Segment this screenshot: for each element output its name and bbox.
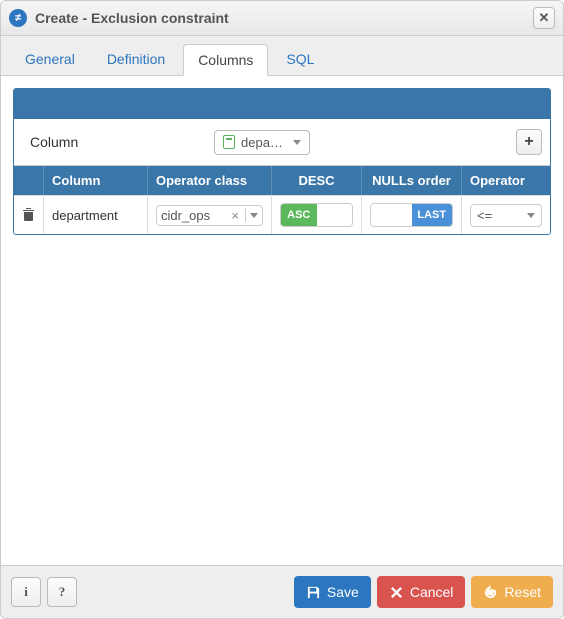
save-button[interactable]: Save: [294, 576, 371, 608]
header-nulls-order: NULLs order: [362, 166, 462, 195]
clear-operator-class-button[interactable]: ×: [229, 208, 241, 223]
cancel-label: Cancel: [410, 584, 454, 600]
info-icon: i: [24, 584, 28, 600]
operator-value: <=: [477, 208, 521, 223]
save-icon: [306, 585, 321, 600]
column-dropdown-value: depa…: [241, 135, 287, 150]
tab-columns[interactable]: Columns: [183, 44, 268, 76]
nulls-order-toggle[interactable]: LAST: [370, 203, 453, 227]
reset-label: Reset: [504, 584, 541, 600]
info-button[interactable]: i: [11, 577, 41, 607]
operator-class-value: cidr_ops: [161, 208, 225, 223]
grid-header: Column Operator class DESC NULLs order O…: [14, 166, 550, 195]
close-button[interactable]: ✕: [533, 7, 555, 29]
dialog-title: Create - Exclusion constraint: [35, 10, 525, 26]
add-column-button[interactable]: +: [516, 129, 542, 155]
header-operator: Operator: [462, 166, 550, 195]
column-picker-row: Column depa… +: [14, 119, 550, 166]
footer: i ? Save Cancel Reset: [1, 565, 563, 618]
cancel-icon: [389, 585, 404, 600]
desc-toggle[interactable]: ASC: [280, 203, 353, 227]
tab-sql[interactable]: SQL: [272, 44, 328, 75]
help-icon: ?: [59, 584, 66, 600]
reset-icon: [483, 585, 498, 600]
nulls-last-segment[interactable]: LAST: [412, 204, 453, 226]
operator-class-select[interactable]: cidr_ops ×: [156, 205, 263, 226]
nulls-first-segment[interactable]: [371, 204, 412, 226]
dialog: ≠ Create - Exclusion constraint ✕ Genera…: [0, 0, 564, 619]
exclusion-icon: ≠: [9, 9, 27, 27]
header-column: Column: [44, 166, 148, 195]
plus-icon: +: [524, 133, 533, 151]
save-label: Save: [327, 584, 359, 600]
header-operator-class: Operator class: [148, 166, 272, 195]
column-field-label: Column: [22, 134, 202, 150]
close-icon: ✕: [539, 10, 550, 26]
help-button[interactable]: ?: [47, 577, 77, 607]
content: Column depa… + Column Operator class DES…: [1, 76, 563, 565]
cell-column: department: [44, 196, 148, 234]
column-dropdown[interactable]: depa…: [214, 130, 310, 155]
chevron-down-icon: [250, 213, 258, 218]
asc-segment[interactable]: ASC: [281, 204, 317, 226]
reset-button[interactable]: Reset: [471, 576, 553, 608]
table-row: department cidr_ops × ASC: [14, 195, 550, 234]
chevron-down-icon: [293, 140, 301, 145]
columns-panel: Column depa… + Column Operator class DES…: [13, 88, 551, 235]
column-icon: [223, 135, 235, 149]
chevron-down-icon: [527, 213, 535, 218]
desc-segment[interactable]: [317, 204, 353, 226]
tabs: General Definition Columns SQL: [1, 36, 563, 76]
cancel-button[interactable]: Cancel: [377, 576, 466, 608]
titlebar: ≠ Create - Exclusion constraint ✕: [1, 1, 563, 36]
tab-definition[interactable]: Definition: [93, 44, 179, 75]
trash-icon: [22, 207, 35, 221]
tab-general[interactable]: General: [11, 44, 89, 75]
operator-select[interactable]: <=: [470, 204, 542, 227]
delete-row-button[interactable]: [22, 207, 35, 224]
header-desc: DESC: [272, 166, 362, 195]
panel-header: [14, 89, 550, 119]
